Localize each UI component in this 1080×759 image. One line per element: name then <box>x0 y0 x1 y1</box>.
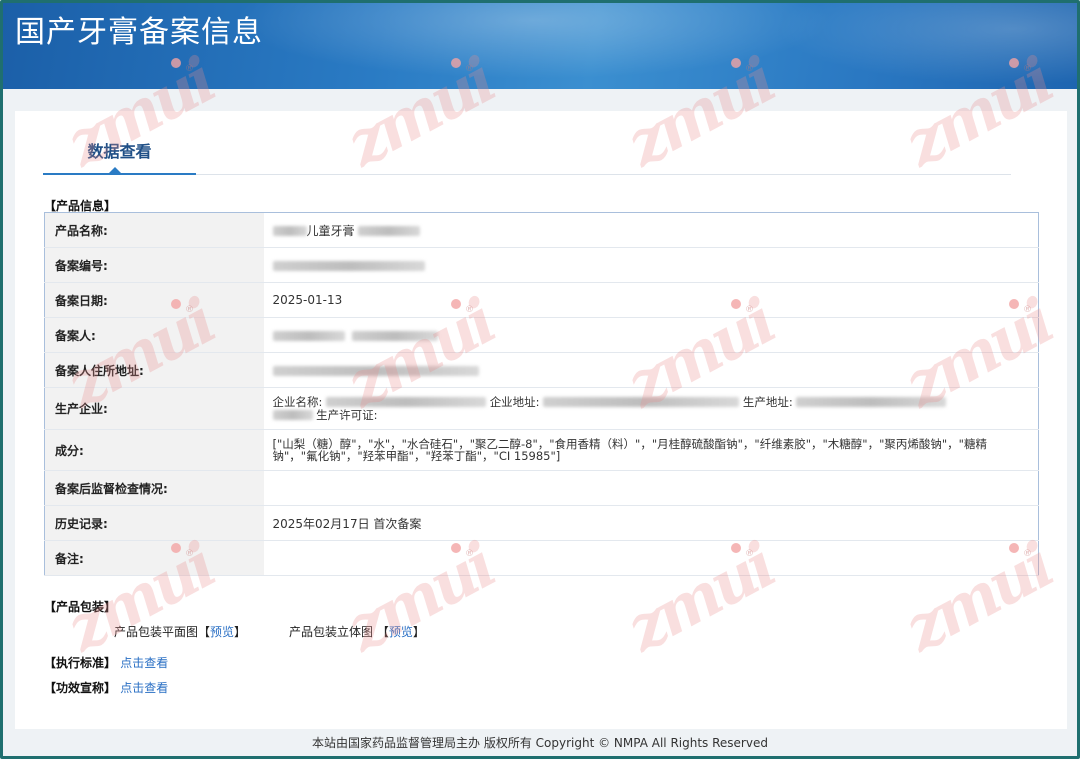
filer-value <box>263 317 1039 353</box>
bracket: 【 <box>376 625 389 639</box>
filer-address-value <box>263 352 1039 388</box>
preview-stereo-link[interactable]: 预览 <box>389 625 413 639</box>
table-row: 备注: <box>44 540 1039 576</box>
tab-bar: 数据查看 <box>43 135 1011 175</box>
bracket: 【 <box>198 625 211 639</box>
efficacy-title-text: 【功效宣称】 <box>44 681 117 695</box>
packaging-title: 【产品包装】 <box>44 600 117 614</box>
redacted-block <box>796 397 947 407</box>
tab-caret-icon <box>109 167 121 173</box>
production-address-label: 生产地址: <box>742 394 793 409</box>
ingredients-value: ["山梨（糖）醇"，"水"，"水合硅石"，"聚乙二醇-8"，"食用香精（料）"，… <box>263 429 1039 471</box>
company-address-label: 企业地址: <box>489 394 540 409</box>
redacted-block <box>326 397 487 407</box>
redacted-block <box>272 226 307 236</box>
table-row: 成分: ["山梨（糖）醇"，"水"，"水合硅石"，"聚乙二醇-8"，"食用香精（… <box>44 429 1039 471</box>
redacted-block <box>272 365 479 376</box>
table-row: 备案人: <box>44 317 1039 353</box>
table-row: 备案编号: <box>44 247 1039 283</box>
row-label: 产品名称: <box>44 212 264 248</box>
site-title: 国产牙膏备案信息 <box>15 15 263 50</box>
row-label: 备案后监督检查情况: <box>44 470 264 506</box>
manufacturer-value: 企业名称: 企业地址: 生产地址: 生产许可证: <box>263 387 1039 430</box>
filing-number-value <box>263 247 1039 283</box>
filing-date-value: 2025-01-13 <box>263 282 1039 318</box>
row-label: 备案编号: <box>44 247 264 283</box>
company-name-label: 企业名称: <box>272 394 323 409</box>
table-row: 备案后监督检查情况: <box>44 470 1039 506</box>
inspection-value <box>263 470 1039 506</box>
product-name-text: 儿童牙膏 <box>306 223 355 238</box>
table-row: 历史记录: 2025年02月17日 首次备案 <box>44 505 1039 541</box>
history-value: 2025年02月17日 首次备案 <box>263 505 1039 541</box>
redacted-block <box>272 330 345 341</box>
page-frame: 国产牙膏备案信息 数据查看 【产品信息】 产品名称: 儿童牙膏 备案编号: 备案… <box>0 0 1080 759</box>
standard-title-text: 【执行标准】 <box>44 656 117 670</box>
redacted-block <box>358 226 421 236</box>
bracket: 】 <box>234 625 247 639</box>
license-label: 生产许可证: <box>316 407 378 422</box>
redacted-block <box>543 397 740 407</box>
product-name-value: 儿童牙膏 <box>263 212 1039 248</box>
content-panel: 数据查看 【产品信息】 产品名称: 儿童牙膏 备案编号: 备案日期: 2025-… <box>15 111 1067 729</box>
footer: 本站由国家药品监督管理局主办 版权所有 Copyright © NMPA All… <box>3 729 1077 756</box>
redacted-block <box>272 260 425 271</box>
remarks-value <box>263 540 1039 576</box>
table-row: 产品名称: 儿童牙膏 <box>44 212 1039 248</box>
efficacy-title: 【功效宣称】 点击查看 <box>44 679 168 696</box>
redacted-block <box>272 410 313 420</box>
row-label: 备案人住所地址: <box>44 352 264 388</box>
row-label: 备案人: <box>44 317 264 353</box>
package-flat-label: 产品包装平面图 <box>114 625 199 639</box>
efficacy-view-link[interactable]: 点击查看 <box>120 681 168 695</box>
product-info-table: 产品名称: 儿童牙膏 备案编号: 备案日期: 2025-01-13 备案人: 备… <box>44 212 1039 576</box>
package-stereo-item: 产品包装立体图 【预览】 <box>289 623 425 640</box>
row-label: 备案日期: <box>44 282 264 318</box>
package-stereo-label: 产品包装立体图 <box>289 625 374 639</box>
row-label: 生产企业: <box>44 387 264 430</box>
table-row: 备案日期: 2025-01-13 <box>44 282 1039 318</box>
package-flat-item: 产品包装平面图【预览】 <box>114 623 246 640</box>
table-row: 生产企业: 企业名称: 企业地址: 生产地址: 生产许可证: <box>44 387 1039 430</box>
redacted-block <box>352 330 439 341</box>
row-label: 历史记录: <box>44 505 264 541</box>
header-banner: 国产牙膏备案信息 <box>3 3 1077 89</box>
row-label: 成分: <box>44 429 264 471</box>
standard-title: 【执行标准】 点击查看 <box>44 654 168 671</box>
standard-view-link[interactable]: 点击查看 <box>120 656 168 670</box>
table-row: 备案人住所地址: <box>44 352 1039 388</box>
preview-flat-link[interactable]: 预览 <box>210 625 234 639</box>
bracket: 】 <box>412 625 425 639</box>
row-label: 备注: <box>44 540 264 576</box>
